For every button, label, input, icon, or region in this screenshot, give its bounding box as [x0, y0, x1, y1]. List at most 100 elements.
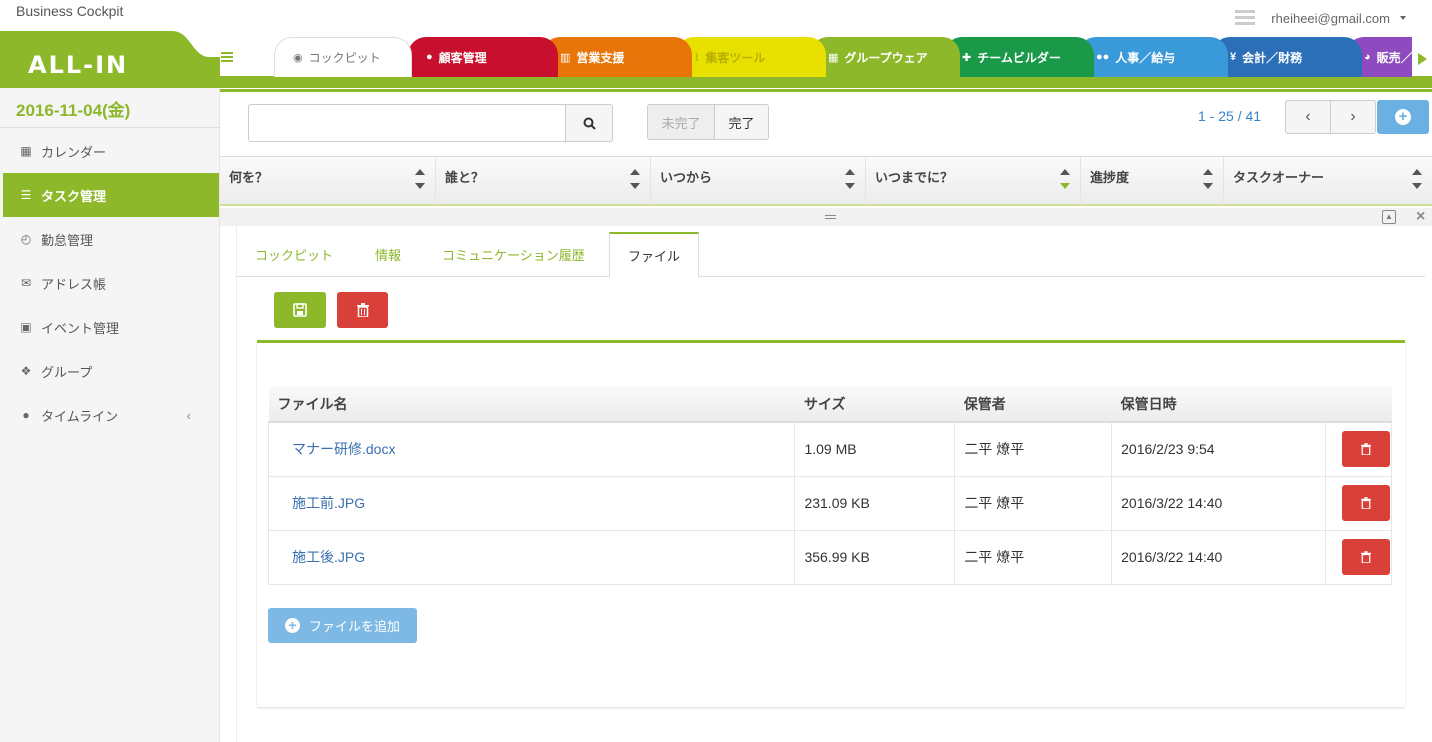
users-icon: ●●: [1096, 51, 1110, 63]
chevron-left-icon: ‹: [186, 407, 191, 423]
tab-label: 営業支援: [576, 50, 625, 65]
column-label: いつまでに？: [875, 170, 954, 185]
comments-icon: ●: [426, 51, 433, 63]
delete-file-button[interactable]: [1341, 485, 1390, 521]
tab-label: 集客ツール: [705, 50, 766, 65]
tab-communication-history[interactable]: コミュニケーション履歴: [442, 232, 585, 277]
tab-accounting[interactable]: ¥ 会計／財務: [1212, 37, 1362, 77]
add-task-button[interactable]: +: [1377, 100, 1429, 134]
table-row: マナー研修.docx 1.09 MB 二平 燎平 2016/2/23 9:54: [267, 421, 1393, 477]
tab-groupware[interactable]: ▦ グループウェア: [810, 37, 960, 77]
save-button[interactable]: [274, 292, 326, 328]
delete-file-button[interactable]: [1341, 539, 1390, 575]
floppy-icon: [293, 303, 307, 317]
add-file-label: ファイルを追加: [308, 619, 400, 634]
sort-icon[interactable]: [1412, 169, 1422, 189]
column-label: 何を？: [229, 170, 269, 185]
file-link[interactable]: マナー研修.docx: [267, 421, 796, 477]
tab-hr[interactable]: ●● 人事／給与: [1078, 37, 1228, 77]
sort-icon[interactable]: [630, 169, 640, 189]
column-header-until[interactable]: いつまでに？: [866, 157, 1081, 205]
trash-icon: [1360, 443, 1371, 456]
comments-icon: ●: [22, 408, 30, 422]
file-size: 1.09 MB: [794, 421, 956, 477]
search-button[interactable]: [565, 104, 613, 142]
tab-sales[interactable]: ▥ 営業支援: [542, 37, 692, 77]
calendar-icon: ▦: [828, 51, 839, 64]
sidebar: 2016-11-04(金) ▦ カレンダー ☰ タスク管理 ◴ 勤怠管理 ✉ ア…: [0, 88, 220, 742]
sidebar-item-label: イベント管理: [41, 320, 120, 336]
clock-icon: ◴: [20, 232, 32, 246]
tab-cockpit[interactable]: コックピット: [255, 232, 333, 277]
tab-marketing[interactable]: ⌇ 集客ツール: [676, 37, 826, 77]
column-header-progress[interactable]: 進捗度: [1081, 157, 1224, 205]
file-date: 2016/3/22 14:40: [1111, 475, 1326, 531]
plus-circle-icon: +: [1395, 109, 1411, 125]
maximize-icon[interactable]: ▲: [1382, 210, 1396, 224]
column-header-who[interactable]: 誰と？: [436, 157, 651, 205]
sort-icon[interactable]: [845, 169, 855, 189]
tab-label: 販売／: [1376, 50, 1412, 65]
file-link[interactable]: 施工前.JPG: [267, 475, 796, 531]
top-bar: Business Cockpit rheiheei@gmail.com ALL-…: [0, 0, 1432, 90]
sidebar-item-events[interactable]: ▣ イベント管理: [0, 305, 219, 349]
column-header-owner[interactable]: タスクオーナー: [1224, 157, 1432, 205]
column-label: いつから: [660, 170, 713, 185]
tab-files[interactable]: ファイル: [609, 232, 700, 278]
close-icon[interactable]: ×: [1416, 208, 1425, 226]
file-link[interactable]: 施工後.JPG: [267, 529, 796, 585]
sort-icon[interactable]: [1203, 169, 1213, 189]
drag-handle-icon[interactable]: [825, 215, 836, 219]
sidebar-item-calendar[interactable]: ▦ カレンダー: [0, 129, 219, 173]
bar-chart-icon: ▥: [560, 51, 571, 64]
filter-incomplete-button[interactable]: 未完了: [647, 104, 715, 140]
pager-text: 1 - 25 / 41: [1198, 108, 1262, 124]
sidebar-item-tasks[interactable]: ☰ タスク管理: [3, 173, 219, 217]
tab-teambuilder[interactable]: ✚ チームビルダー: [944, 37, 1094, 77]
sidebar-item-groups[interactable]: ❖ グループ: [0, 349, 219, 393]
sidebar-item-attendance[interactable]: ◴ 勤怠管理: [0, 217, 219, 261]
delete-file-button[interactable]: [1341, 431, 1390, 468]
column-header-date: 保管日時: [1111, 386, 1326, 423]
tasks-icon: ☰: [20, 188, 32, 202]
add-file-button[interactable]: + ファイルを追加: [268, 608, 417, 643]
sidebar-item-label: カレンダー: [41, 144, 107, 160]
tab-label: コックピット: [308, 51, 381, 65]
file-date: 2016/3/22 14:40: [1111, 529, 1326, 585]
hamburger-menu-icon[interactable]: [221, 52, 233, 62]
column-label: タスクオーナー: [1233, 170, 1325, 185]
pane-splitter[interactable]: ▲ ×: [220, 208, 1432, 226]
file-size: 231.09 KB: [794, 475, 956, 531]
sidebar-item-timeline[interactable]: ● タイムライン ‹: [0, 393, 219, 437]
tab-customer[interactable]: ● 顧客管理: [408, 37, 558, 77]
user-card-icon: [1235, 10, 1256, 26]
column-header-filename: ファイル名: [268, 386, 795, 423]
tab-info[interactable]: 情報: [375, 232, 401, 277]
prev-page-button[interactable]: ‹: [1285, 100, 1331, 134]
column-header-owner: 保管者: [954, 386, 1112, 423]
sort-icon[interactable]: [1060, 169, 1070, 189]
tabs-next-arrow-icon[interactable]: [1418, 53, 1427, 65]
column-header-size: サイズ: [794, 386, 955, 423]
column-header-from[interactable]: いつから: [651, 157, 866, 205]
sort-icon[interactable]: [415, 169, 425, 189]
trash-icon: [1360, 551, 1371, 563]
user-menu[interactable]: rheiheei@gmail.com: [1235, 10, 1406, 26]
plus-circle-icon: +: [284, 618, 300, 633]
file-owner: 二平 燎平: [954, 475, 1113, 531]
column-header-what[interactable]: 何を？: [220, 157, 436, 205]
chevron-down-icon: [1400, 16, 1406, 20]
app-title: Business Cockpit: [16, 3, 124, 19]
search-input[interactable]: [248, 104, 566, 142]
logo[interactable]: ALL-IN: [0, 31, 220, 88]
filter-complete-button[interactable]: 完了: [714, 104, 769, 140]
sidebar-item-address-book[interactable]: ✉ アドレス帳: [0, 261, 219, 305]
delete-button[interactable]: [337, 292, 388, 328]
envelope-icon: ✉: [20, 276, 32, 290]
tab-cockpit[interactable]: ◉ コックピット: [274, 37, 412, 77]
file-owner: 二平 燎平: [954, 421, 1113, 477]
tab-label: 会計／財務: [1242, 50, 1303, 65]
search-icon: [583, 117, 596, 130]
user-plus-icon: ✚: [962, 51, 972, 64]
next-page-button[interactable]: ›: [1330, 100, 1376, 134]
